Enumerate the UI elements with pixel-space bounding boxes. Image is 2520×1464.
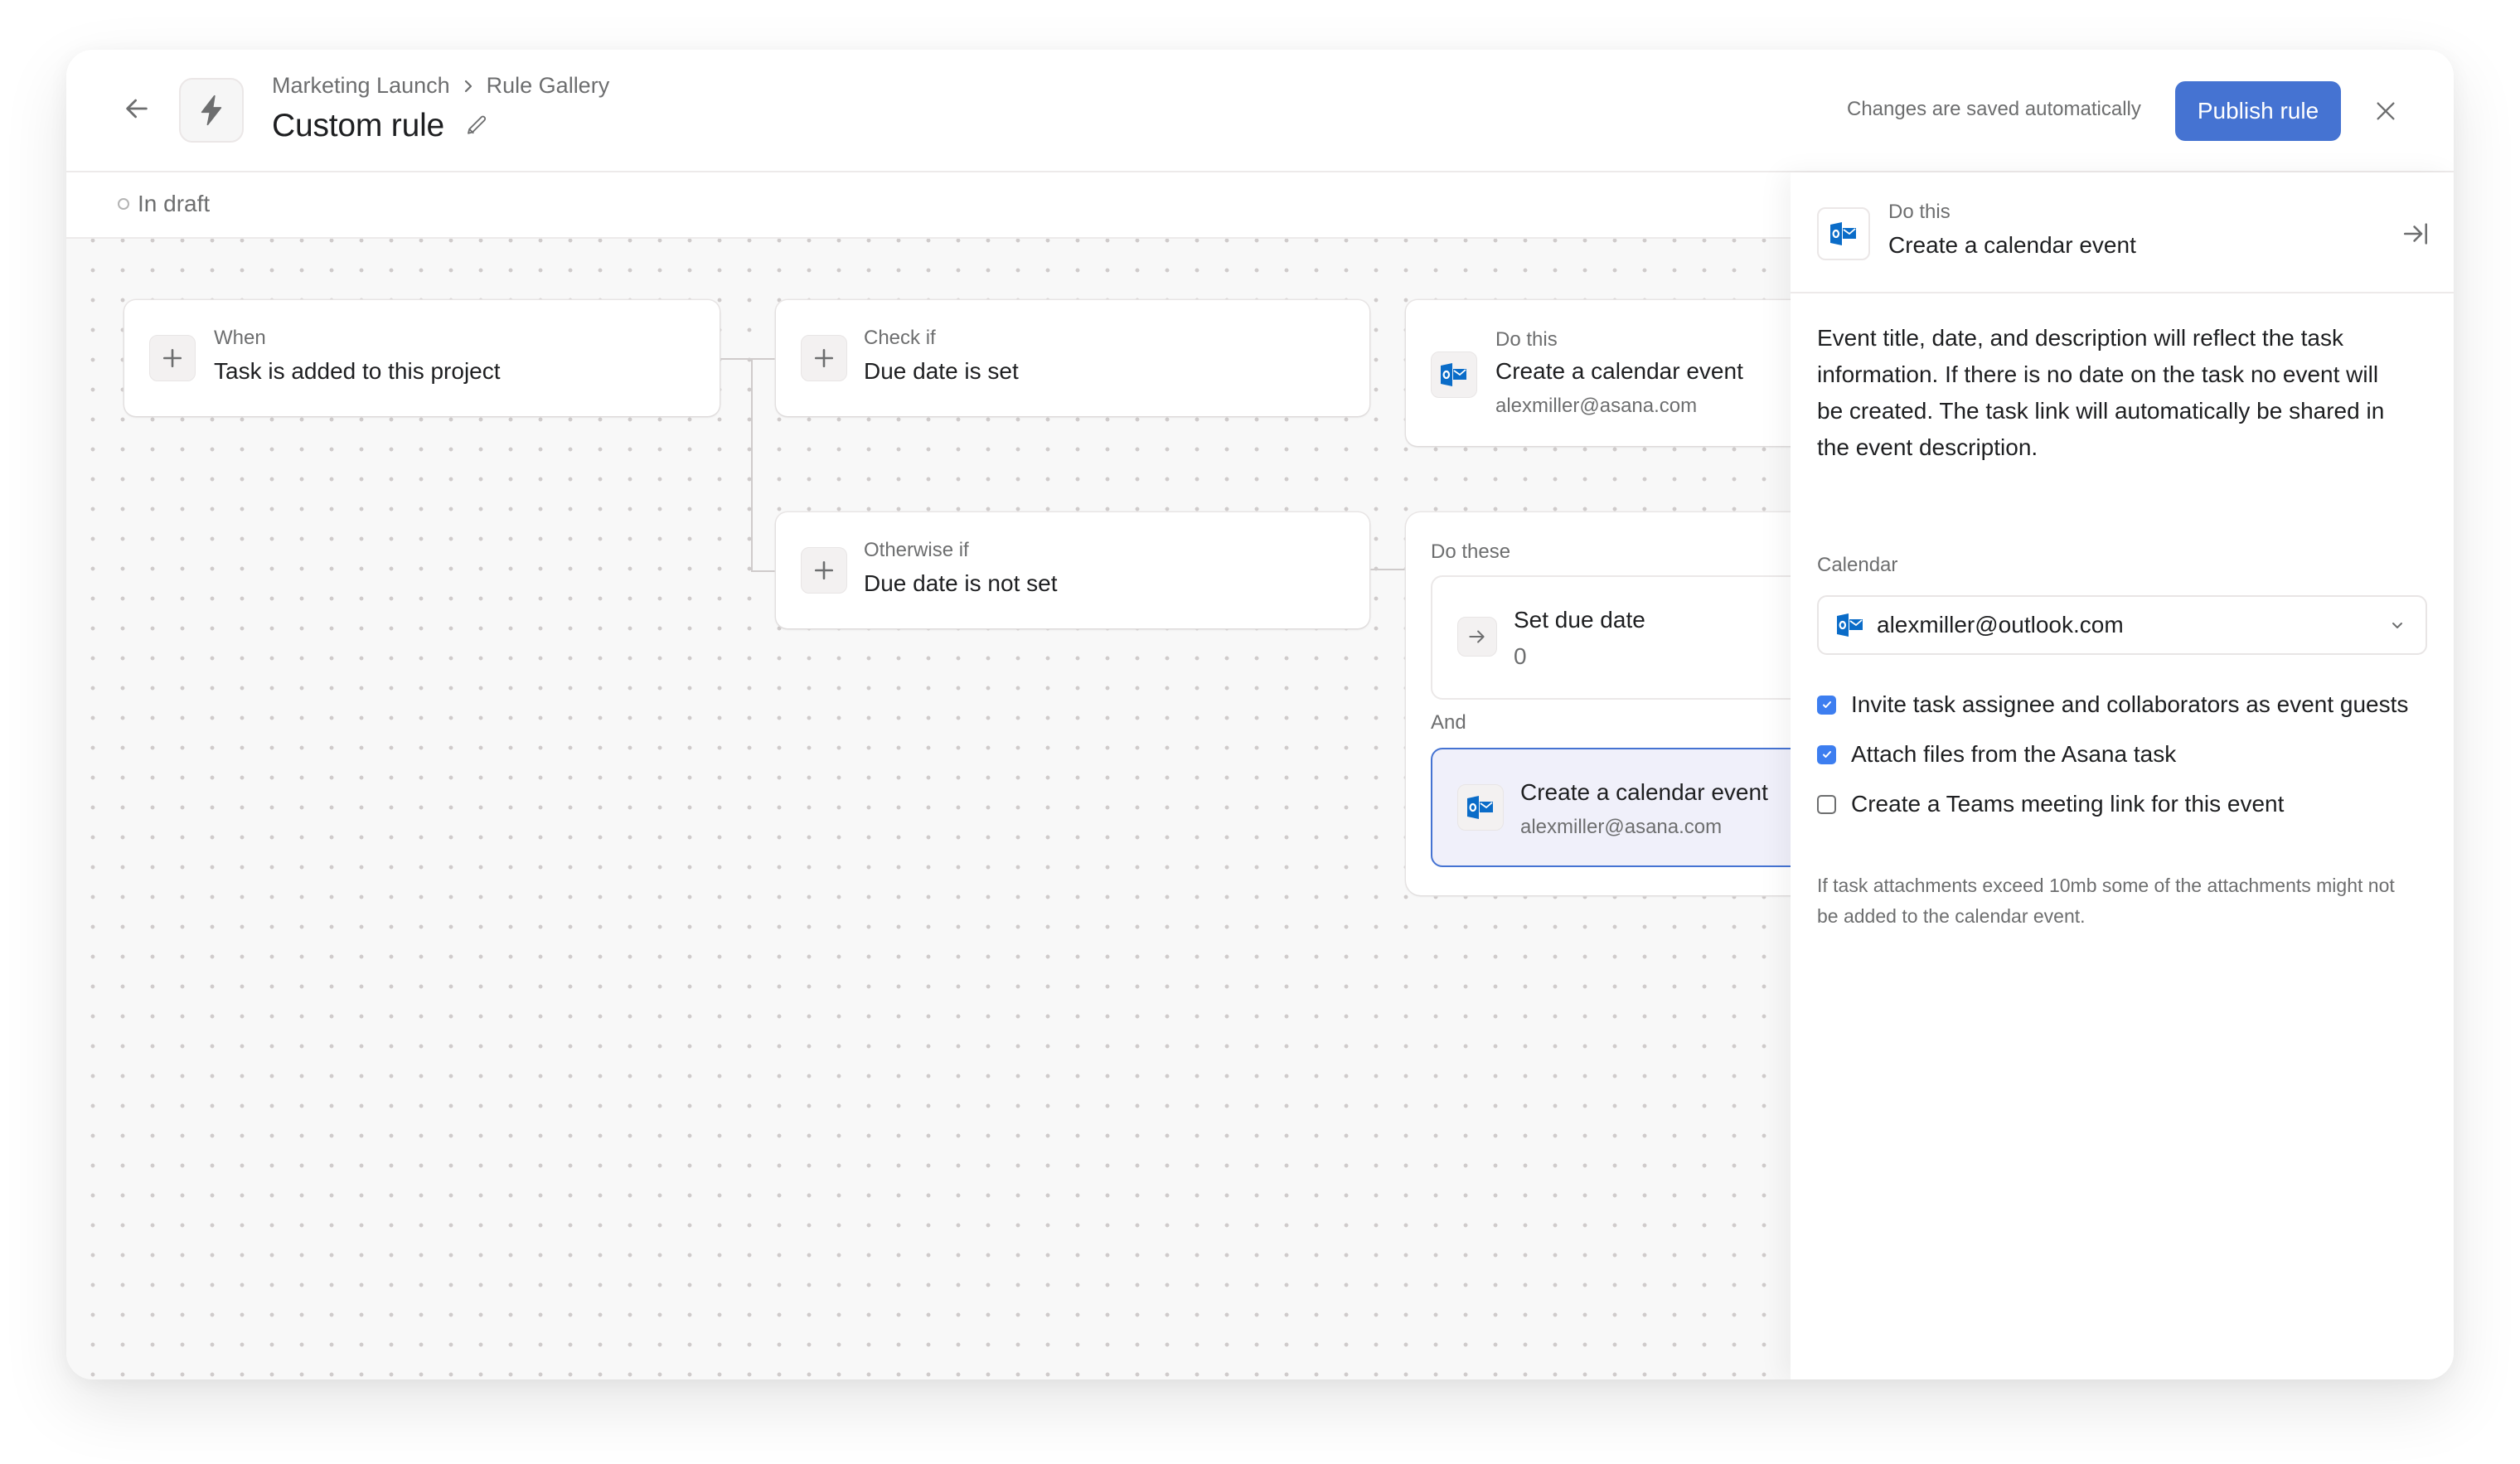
header: Marketing Launch Rule Gallery Custom rul… bbox=[66, 50, 2454, 172]
action-icon-box bbox=[1431, 351, 1477, 398]
status-circle-icon bbox=[118, 198, 129, 210]
outlook-icon bbox=[1830, 222, 1856, 245]
trigger-label: When bbox=[214, 327, 266, 349]
checkbox-unchecked[interactable] bbox=[1817, 794, 1836, 814]
connector-otherwise-to-group bbox=[1369, 569, 1406, 570]
action-item-title: Set due date bbox=[1514, 607, 1645, 633]
chevron-down-icon bbox=[2387, 615, 2407, 635]
option-label: Invite task assignee and collaborators a… bbox=[1851, 691, 2409, 717]
action-account: alexmiller@asana.com bbox=[1495, 395, 1698, 417]
checkmark-icon bbox=[1822, 751, 1831, 758]
add-trigger-button[interactable] bbox=[149, 335, 196, 381]
outlook-icon bbox=[1467, 796, 1493, 819]
action-item-calendar-event[interactable]: Create a calendar event alexmiller@asana… bbox=[1431, 748, 1837, 867]
action-item-title: Create a calendar event bbox=[1520, 779, 1768, 805]
plus-icon bbox=[162, 348, 182, 368]
action-icon-box bbox=[1457, 617, 1497, 657]
panel-icon-box bbox=[1817, 207, 1870, 260]
condition-value: Due date is set bbox=[864, 358, 1019, 384]
connector-to-otherwise bbox=[751, 570, 776, 572]
action-label: Do this bbox=[1495, 328, 1558, 351]
plus-icon bbox=[814, 348, 834, 368]
lightning-bolt-icon bbox=[201, 95, 222, 126]
trigger-node[interactable]: When Task is added to this project bbox=[124, 300, 720, 416]
action-item-value: 0 bbox=[1514, 643, 1527, 669]
calendar-field-label: Calendar bbox=[1817, 554, 1898, 576]
option-label: Create a Teams meeting link for this eve… bbox=[1851, 791, 2285, 817]
option-label: Attach files from the Asana task bbox=[1851, 741, 2177, 767]
draft-status: In draft bbox=[118, 191, 210, 217]
option-invite-guests[interactable]: Invite task assignee and collaborators a… bbox=[1817, 688, 2408, 721]
connector-branch-vertical bbox=[751, 358, 753, 572]
title-row: Custom rule bbox=[272, 108, 491, 144]
calendar-select-value: alexmiller@outlook.com bbox=[1877, 612, 2124, 637]
panel-kicker: Do this bbox=[1888, 201, 1951, 223]
connector-trigger-to-check bbox=[718, 358, 776, 360]
rule-icon bbox=[179, 78, 244, 143]
panel-description: Event title, date, and description will … bbox=[1817, 325, 2385, 460]
outlook-icon bbox=[1441, 363, 1466, 386]
pencil-icon bbox=[468, 115, 487, 134]
option-teams-link[interactable]: Create a Teams meeting link for this eve… bbox=[1817, 788, 2408, 821]
checkbox-checked[interactable] bbox=[1817, 695, 1836, 715]
close-icon bbox=[2377, 102, 2395, 120]
attachment-size-note: If task attachments exceed 10mb some of … bbox=[1817, 875, 2395, 927]
otherwise-value: Due date is not set bbox=[864, 570, 1058, 596]
checkmark-icon bbox=[1822, 701, 1831, 708]
outlook-icon bbox=[1837, 613, 1863, 637]
otherwise-label: Otherwise if bbox=[864, 539, 969, 561]
add-condition-button[interactable] bbox=[801, 335, 847, 381]
status-bar: In draft bbox=[66, 172, 1791, 239]
collapse-panel-button[interactable] bbox=[2399, 217, 2432, 250]
action-node[interactable]: Do this Create a calendar event alexmill… bbox=[1406, 300, 1837, 446]
page-title: Custom rule bbox=[272, 108, 445, 143]
back-button[interactable] bbox=[116, 88, 158, 129]
edit-title-button[interactable] bbox=[463, 112, 491, 140]
otherwise-node[interactable]: Otherwise if Due date is not set bbox=[776, 512, 1369, 628]
checkbox-checked[interactable] bbox=[1817, 744, 1836, 764]
arrow-left-icon bbox=[126, 99, 148, 119]
trigger-value: Task is added to this project bbox=[214, 358, 501, 384]
options-checklist: Invite task assignee and collaborators a… bbox=[1817, 688, 2408, 837]
actions-group-label: Do these bbox=[1431, 541, 1511, 563]
action-item-set-due-date[interactable]: Set due date 0 bbox=[1431, 575, 1837, 700]
autosave-status: Changes are saved automatically bbox=[1847, 98, 2141, 120]
plus-icon bbox=[814, 560, 834, 580]
action-value: Create a calendar event bbox=[1495, 358, 1743, 384]
condition-node[interactable]: Check if Due date is set bbox=[776, 300, 1369, 416]
breadcrumb: Marketing Launch Rule Gallery bbox=[272, 73, 609, 99]
actions-group: Do these Set due date 0 And Create a cal… bbox=[1406, 512, 1837, 895]
status-label: In draft bbox=[138, 191, 211, 216]
option-attach-files[interactable]: Attach files from the Asana task bbox=[1817, 738, 2408, 771]
panel-header: Do this Create a calendar event bbox=[1791, 172, 2454, 293]
close-button[interactable] bbox=[2367, 93, 2404, 129]
condition-label: Check if bbox=[864, 327, 936, 349]
breadcrumb-project[interactable]: Marketing Launch bbox=[272, 73, 450, 99]
publish-rule-button[interactable]: Publish rule bbox=[2175, 81, 2341, 141]
breadcrumb-rule-gallery[interactable]: Rule Gallery bbox=[487, 73, 610, 99]
action-item-account: alexmiller@asana.com bbox=[1520, 816, 1723, 838]
panel-title: Create a calendar event bbox=[1888, 232, 2136, 258]
calendar-account-icon bbox=[1837, 611, 1865, 639]
action-details-panel: Do this Create a calendar event Event ti… bbox=[1791, 172, 2454, 1379]
action-icon-box bbox=[1457, 784, 1504, 831]
calendar-select[interactable]: alexmiller@outlook.com bbox=[1817, 595, 2427, 655]
rule-editor-window: Marketing Launch Rule Gallery Custom rul… bbox=[66, 50, 2454, 1379]
add-otherwise-button[interactable] bbox=[801, 547, 847, 594]
rule-canvas[interactable]: When Task is added to this project Check… bbox=[66, 239, 1837, 1379]
chevron-right-icon bbox=[464, 80, 472, 92]
and-label: And bbox=[1431, 711, 1466, 734]
collapse-panel-icon bbox=[2403, 223, 2428, 245]
arrow-right-icon bbox=[1469, 630, 1485, 643]
